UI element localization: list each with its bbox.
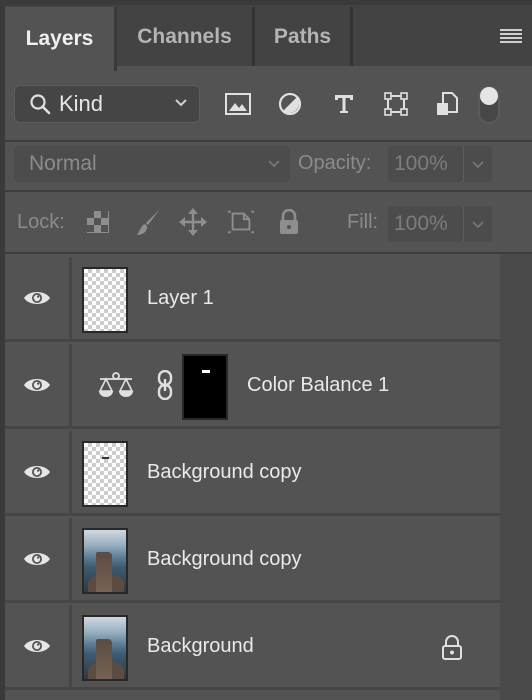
lock-image-pixels-icon (137, 209, 160, 235)
layers-list: Layer 1 Color Balance 1 Background copy … (5, 254, 532, 700)
fill-dropdown-button[interactable] (463, 206, 492, 242)
color-balance-icon (98, 372, 134, 397)
thumbnail-detail (102, 457, 109, 459)
visibility-toggle[interactable] (5, 518, 72, 600)
lock-all-icon (280, 209, 298, 234)
fill-label: Fill: (347, 211, 379, 233)
layer-row[interactable]: Background copy (5, 431, 500, 516)
search-icon (30, 94, 51, 115)
layer-lock-indicator[interactable] (441, 635, 463, 666)
layer-thumbnail (82, 615, 128, 681)
layer-name: Layer 1 (147, 287, 214, 309)
visibility-toggle[interactable] (5, 605, 72, 687)
filter-shape-layers-button[interactable] (382, 90, 410, 118)
blend-options-bar: Normal Opacity: 100% (5, 142, 532, 192)
smart-object-filter-icon (437, 92, 458, 115)
layer-name: Background copy (147, 548, 302, 570)
mask-link-button[interactable] (157, 369, 173, 405)
filter-toggle-switch[interactable] (478, 86, 500, 124)
lock-options-bar: Lock: Fill: 100% (5, 192, 532, 254)
chain-link-icon (157, 369, 173, 401)
filter-type-layers-button[interactable] (330, 90, 358, 118)
layer-thumbnail (82, 441, 128, 507)
chevron-down-icon (472, 221, 484, 229)
layer-name: Background (147, 635, 254, 657)
opacity-label: Opacity: (298, 152, 372, 174)
chevron-down-icon (472, 161, 484, 169)
visibility-toggle[interactable] (5, 344, 72, 426)
opacity-input[interactable]: 100% (388, 146, 463, 182)
eye-icon (24, 292, 50, 304)
lock-position-button[interactable] (179, 208, 207, 236)
tab-channels[interactable]: Channels (117, 7, 255, 66)
layers-panel: Layers Channels Paths Kind Normal Opacit… (0, 0, 532, 700)
eye-icon (24, 553, 50, 565)
layer-name: Color Balance 1 (247, 374, 390, 396)
layer-thumbnail (82, 267, 128, 333)
layer-row[interactable]: Background copy (5, 518, 500, 603)
filter-kind-dropdown[interactable]: Kind (14, 85, 200, 123)
type-filter-icon (335, 95, 353, 113)
filter-pixel-layers-button[interactable] (224, 90, 252, 118)
filter-kind-label: Kind (59, 91, 104, 116)
layer-filter-bar: Kind (5, 66, 532, 142)
tab-layers[interactable]: Layers (5, 7, 117, 71)
chevron-down-icon (175, 99, 187, 107)
lock-transparent-pixels-button[interactable] (84, 208, 112, 236)
lock-artboard-button[interactable] (227, 208, 255, 236)
layer-row[interactable]: Layer 1 (5, 257, 500, 342)
layer-thumbnail (82, 528, 128, 594)
panel-tab-bar: Layers Channels Paths (5, 0, 532, 71)
hamburger-icon (500, 29, 522, 31)
layer-mask-thumbnail[interactable] (182, 354, 228, 420)
filter-adjustment-layers-button[interactable] (276, 90, 304, 118)
blend-mode-value: Normal (29, 152, 97, 175)
adjustment-filter-icon (278, 92, 302, 116)
panel-menu-button[interactable] (500, 29, 522, 45)
lock-image-pixels-button[interactable] (135, 208, 163, 236)
lock-icon (442, 635, 462, 660)
lock-label: Lock: (17, 211, 65, 233)
visibility-toggle[interactable] (5, 431, 72, 513)
eye-icon (24, 379, 50, 391)
layer-row[interactable]: Background (5, 605, 500, 690)
visibility-toggle[interactable] (5, 257, 72, 339)
blend-mode-dropdown[interactable]: Normal (14, 146, 290, 182)
layer-name: Background copy (147, 461, 302, 483)
filter-smart-objects-button[interactable] (433, 90, 461, 118)
lock-position-icon (179, 208, 207, 236)
eye-icon (24, 466, 50, 478)
shape-filter-icon (384, 92, 408, 116)
fill-input[interactable]: 100% (388, 206, 463, 242)
image-filter-icon (225, 93, 251, 115)
adjustment-type-icon (97, 372, 135, 405)
chevron-down-icon (268, 160, 280, 168)
mask-detail (202, 370, 210, 373)
lock-all-button[interactable] (275, 208, 303, 236)
lock-transparent-pixels-icon (87, 211, 109, 233)
toggle-knob (480, 87, 498, 105)
tab-paths[interactable]: Paths (255, 7, 353, 66)
lock-artboard-icon (227, 210, 255, 234)
eye-icon (24, 640, 50, 652)
opacity-dropdown-button[interactable] (463, 146, 492, 182)
layer-row[interactable]: Color Balance 1 (5, 344, 500, 429)
layers-scrollbar[interactable] (500, 254, 532, 700)
